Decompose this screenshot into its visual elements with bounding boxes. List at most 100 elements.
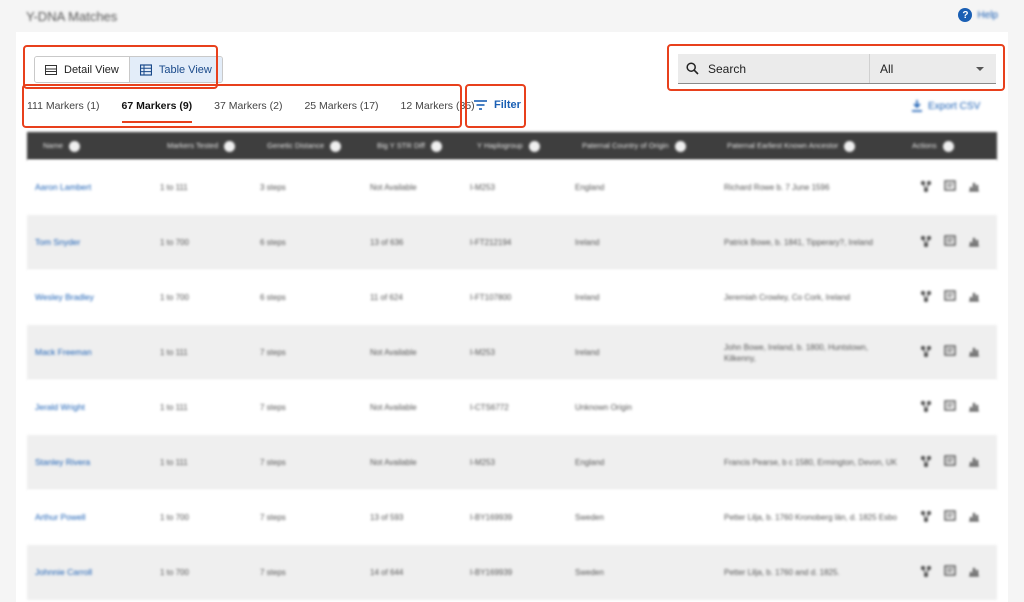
haplogroup-value: I-M253 <box>470 458 495 467</box>
markers-tested-value: 1 to 700 <box>160 293 189 302</box>
top-bar: Y-DNA Matches ? Help <box>0 0 1024 32</box>
info-icon[interactable] <box>224 140 236 152</box>
big-y-value: 13 of 636 <box>370 238 404 247</box>
info-icon[interactable] <box>430 140 442 152</box>
export-csv-button[interactable]: Export CSV <box>912 100 980 112</box>
genetic-distance-value: 7 steps <box>260 513 286 522</box>
match-name-link[interactable]: Stanley Rivera <box>35 435 115 490</box>
country-value: England <box>575 183 605 192</box>
big-y-value: 11 of 624 <box>370 293 403 302</box>
family-tree-icon[interactable] <box>920 179 932 197</box>
genetic-distance-value: 7 steps <box>260 458 286 467</box>
chart-icon[interactable] <box>968 234 980 252</box>
row-actions <box>920 325 980 380</box>
chart-icon[interactable] <box>968 344 980 362</box>
family-tree-icon[interactable] <box>920 454 932 472</box>
ancestor-value: Francis Pearse, b c 1580, Ermington, Dev… <box>724 458 897 467</box>
row-actions <box>920 270 980 325</box>
row-actions <box>920 215 980 270</box>
genetic-distance-value: 7 steps <box>260 403 286 412</box>
row-actions <box>920 380 980 435</box>
notes-icon[interactable] <box>944 454 956 472</box>
highlight-search <box>667 44 1005 91</box>
column-header-big-y[interactable]: Big Y STR Diff <box>377 132 462 160</box>
notes-icon[interactable] <box>944 344 956 362</box>
column-header-haplogroup[interactable]: Y Haplogroup <box>477 132 562 160</box>
chart-icon[interactable] <box>968 509 980 527</box>
family-tree-icon[interactable] <box>920 289 932 307</box>
help-label: Help <box>977 9 998 21</box>
ancestor-value: Petter Lilja, b. 1760 and d. 1825. <box>724 568 840 577</box>
notes-icon[interactable] <box>944 234 956 252</box>
family-tree-icon[interactable] <box>920 344 932 362</box>
chart-icon[interactable] <box>968 289 980 307</box>
column-header-country[interactable]: Paternal Country of Origin <box>582 132 702 160</box>
info-icon[interactable] <box>528 140 540 152</box>
match-name-link[interactable]: Arthur Powell <box>35 490 115 545</box>
notes-icon[interactable] <box>944 564 956 582</box>
country-value: Ireland <box>575 348 600 357</box>
notes-icon[interactable] <box>944 289 956 307</box>
genetic-distance-value: 7 steps <box>260 568 286 577</box>
column-header-ancestor[interactable]: Paternal Earliest Known Ancestor <box>727 132 887 160</box>
chart-icon[interactable] <box>968 399 980 417</box>
genetic-distance-value: 6 steps <box>260 238 286 247</box>
match-name-link[interactable]: Wesley Bradley <box>35 270 115 325</box>
ancestor-value: Richard Rowe b. 7 June 1596 <box>724 183 830 192</box>
big-y-value: Not Available <box>370 403 417 412</box>
haplogroup-value: I-FT107800 <box>470 293 512 302</box>
download-icon <box>912 100 922 112</box>
column-header-genetic-distance[interactable]: Genetic Distance <box>267 132 367 160</box>
highlight-view-toggle <box>23 45 218 89</box>
info-icon[interactable] <box>330 140 342 152</box>
family-tree-icon[interactable] <box>920 564 932 582</box>
markers-tested-value: 1 to 111 <box>160 183 188 192</box>
haplogroup-value: I-BY169939 <box>470 568 513 577</box>
country-value: Sweden <box>575 568 604 577</box>
big-y-value: 14 of 644 <box>370 568 404 577</box>
info-icon[interactable] <box>674 140 686 152</box>
match-name-link[interactable]: Mack Freeman <box>35 325 115 380</box>
markers-tested-value: 1 to 111 <box>160 403 188 412</box>
column-header-markers-tested[interactable]: Markers Tested <box>167 132 257 160</box>
family-tree-icon[interactable] <box>920 509 932 527</box>
ancestor-value <box>724 380 899 435</box>
highlight-filter <box>465 84 526 128</box>
ancestor-value: Jeremiah Crowley, Co Cork, Ireland <box>724 293 851 302</box>
markers-tested-value: 1 to 700 <box>160 568 189 577</box>
row-actions <box>920 160 980 215</box>
info-icon[interactable] <box>844 140 856 152</box>
match-name-link[interactable]: Johnnie Carroll <box>35 545 115 600</box>
ancestor-value: John Bowe, Ireland, b. 1800, Huntstown, … <box>724 342 869 363</box>
match-name-link[interactable]: Tom Snyder <box>35 215 115 270</box>
help-link[interactable]: ? Help <box>958 8 998 22</box>
haplogroup-value: I-FT212194 <box>470 238 512 247</box>
notes-icon[interactable] <box>944 399 956 417</box>
family-tree-icon[interactable] <box>920 399 932 417</box>
big-y-value: Not Available <box>370 348 417 357</box>
family-tree-icon[interactable] <box>920 234 932 252</box>
haplogroup-value: I-CTS6772 <box>470 403 509 412</box>
big-y-value: Not Available <box>370 183 417 192</box>
match-name-link[interactable]: Aaron Lambert <box>35 160 115 215</box>
table-row: Mack Freeman 1 to 111 7 steps Not Available… <box>27 325 997 380</box>
info-icon[interactable] <box>69 140 81 152</box>
table-row: Aaron Lambert 1 to 111 3 steps Not Availabl… <box>27 160 997 215</box>
country-value: England <box>575 458 605 467</box>
info-icon[interactable] <box>942 140 954 152</box>
table-row: Tom Snyder 1 to 700 6 steps 13 of 636 I-FT21… <box>27 215 997 270</box>
table-row: Stanley Rivera 1 to 111 7 steps Not Availab… <box>27 435 997 490</box>
notes-icon[interactable] <box>944 179 956 197</box>
notes-icon[interactable] <box>944 509 956 527</box>
table-row: Wesley Bradley 1 to 700 6 steps 11 of 624 I-… <box>27 270 997 325</box>
table-header: Name Markers Tested Genetic Distance Big… <box>27 132 997 160</box>
match-name-link[interactable]: Jerald Wright <box>35 380 115 435</box>
table-row: Jerald Wright 1 to 111 7 steps Not Availabl… <box>27 380 997 435</box>
genetic-distance-value: 7 steps <box>260 348 286 357</box>
chart-icon[interactable] <box>968 179 980 197</box>
row-actions <box>920 545 980 600</box>
column-header-name[interactable]: Name <box>43 132 81 160</box>
chart-icon[interactable] <box>968 454 980 472</box>
country-value: Ireland <box>575 238 600 247</box>
chart-icon[interactable] <box>968 564 980 582</box>
